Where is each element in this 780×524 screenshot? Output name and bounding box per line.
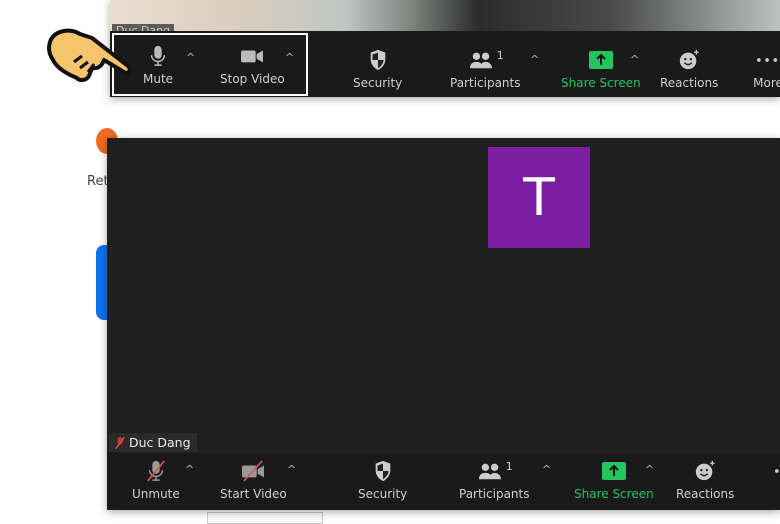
avatar-letter: T [523,167,555,228]
start-video-button[interactable]: Start Video [220,460,287,501]
participants-label: Participants [450,76,521,90]
reactions-icon [680,49,699,70]
unmute-label: Unmute [132,487,180,501]
share-screen-label: Share Screen [561,76,641,90]
muted-microphone-icon [147,460,165,482]
bottom-meeting-window: T Duc Dang Unmute ^ Start Video ^ Securi… [107,138,780,510]
participant-count: 1 [505,460,513,473]
participant-count: 1 [496,49,504,62]
share-caret[interactable]: ^ [645,463,654,476]
more-button[interactable]: M [771,460,780,501]
security-button[interactable]: Security [353,49,402,90]
reactions-label: Reactions [660,76,719,90]
shield-icon [375,460,390,482]
participants-caret[interactable]: ^ [530,53,539,66]
share-screen-icon [588,51,613,69]
avatar: T [488,147,590,248]
video-options-caret[interactable]: ^ [287,463,296,476]
share-screen-button[interactable]: Share Screen [561,49,641,90]
bottom-toolbar: Unmute ^ Start Video ^ Security 1 Partic… [107,453,780,510]
background-tab [207,512,323,524]
participants-button[interactable]: 1 Participants [459,460,530,501]
more-icon [775,469,779,473]
reactions-label: Reactions [676,487,735,501]
more-label: More [753,76,780,90]
reactions-button[interactable]: Reactions [676,460,734,501]
participants-icon [469,52,492,69]
start-video-label: Start Video [220,487,287,501]
participants-button[interactable]: 1 Participants [450,49,521,90]
video-feed [110,0,780,31]
audio-options-caret[interactable]: ^ [185,463,194,476]
share-screen-icon [601,462,626,480]
name-label: Duc Dang [109,433,197,452]
more-icon [757,58,778,62]
highlight-box [112,33,308,96]
reactions-button[interactable]: Reactions [660,49,718,90]
share-screen-label: Share Screen [574,487,654,501]
security-label: Security [358,487,408,501]
more-button[interactable]: More [753,49,780,90]
reactions-icon [696,460,715,481]
pointing-hand-icon [47,28,132,83]
video-off-icon [242,460,265,482]
muted-mic-icon [115,436,125,449]
shield-icon [370,49,385,71]
participants-caret[interactable]: ^ [542,463,551,476]
participants-icon [478,463,501,480]
participants-label: Participants [459,487,530,501]
share-caret[interactable]: ^ [630,53,639,66]
security-label: Security [353,76,403,90]
security-button[interactable]: Security [358,460,407,501]
unmute-button[interactable]: Unmute [132,460,180,501]
share-screen-button[interactable]: Share Screen [574,460,654,501]
background-text: Ret [87,174,109,189]
name-text: Duc Dang [129,435,191,450]
